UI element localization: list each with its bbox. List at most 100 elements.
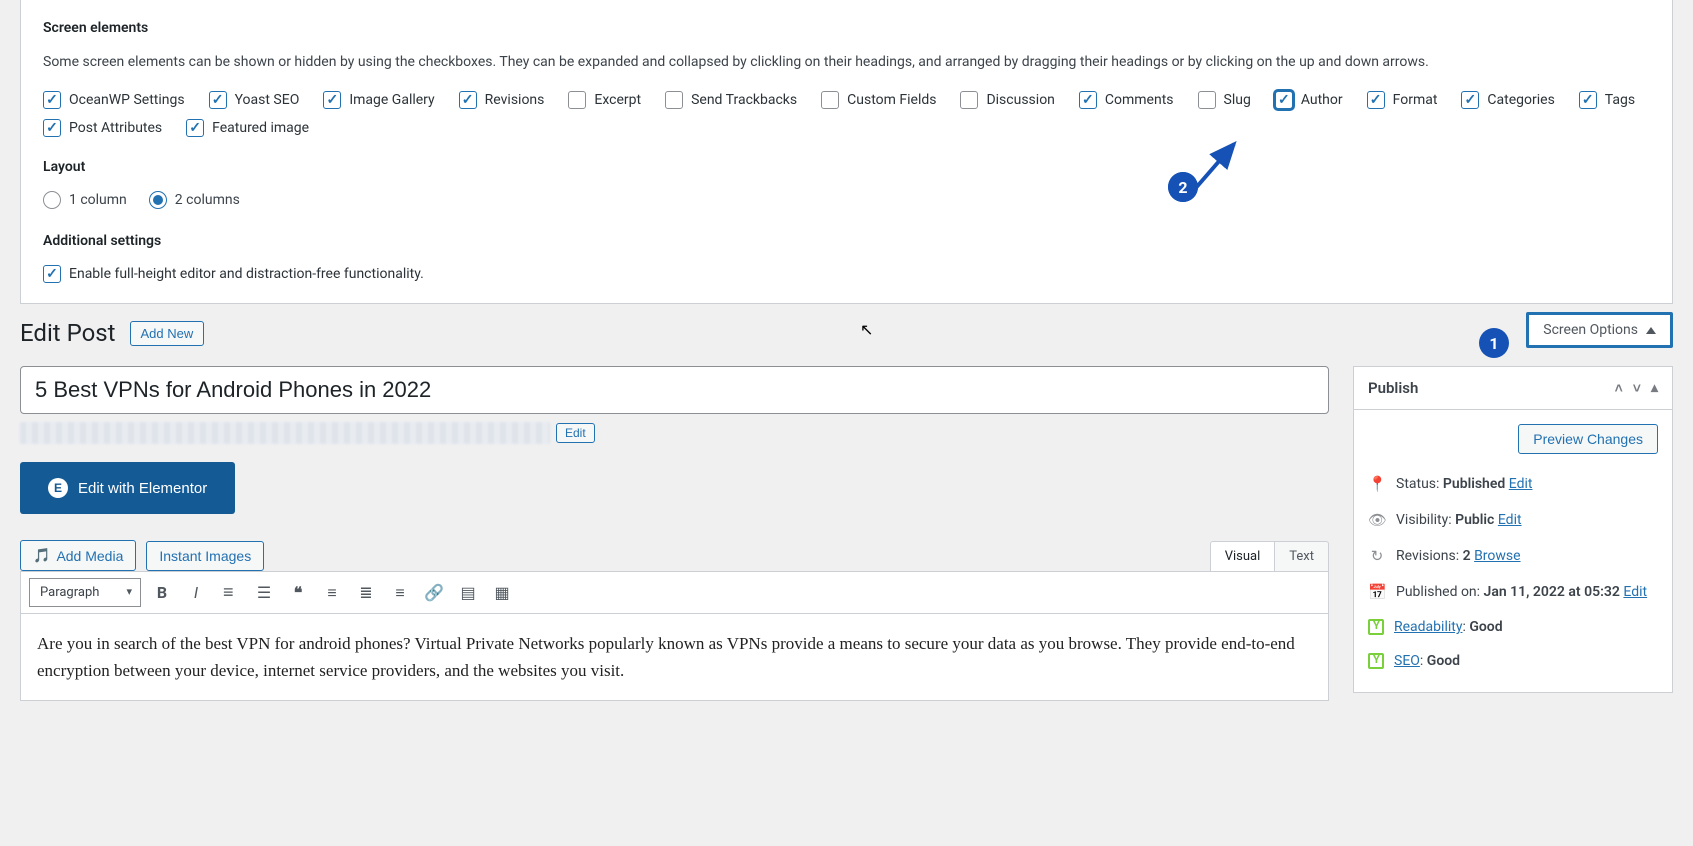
edit-date-link[interactable]: Edit — [1623, 584, 1647, 600]
screen-element-label: Categories — [1487, 92, 1554, 108]
sidebar-column: Publish ˄ ˅ ▴ Preview Changes 📍 Status: … — [1353, 366, 1673, 701]
status-row: 📍 Status: Published Edit — [1368, 466, 1658, 502]
permalink-blurred — [20, 422, 550, 444]
seo-link[interactable]: SEO — [1394, 653, 1420, 669]
checkbox-icon[interactable] — [1198, 91, 1216, 109]
checkbox-icon[interactable] — [1275, 91, 1293, 109]
numbered-list-icon[interactable]: ☰ — [251, 580, 277, 606]
calendar-icon: 📅 — [1368, 583, 1386, 601]
readability-link[interactable]: Readability — [1394, 619, 1462, 635]
checkbox-icon[interactable] — [43, 265, 61, 283]
screen-element-label: Excerpt — [594, 92, 641, 108]
screen-element-option[interactable]: Categories — [1461, 91, 1554, 109]
screen-elements-heading: Screen elements — [43, 20, 1652, 36]
screen-element-option[interactable]: Slug — [1198, 91, 1251, 109]
blockquote-icon[interactable]: ❝ — [285, 580, 311, 606]
screen-element-option[interactable]: Tags — [1579, 91, 1635, 109]
page-title: Edit Post — [20, 319, 116, 347]
screen-element-option[interactable]: Image Gallery — [323, 91, 434, 109]
yoast-readability-icon — [1368, 619, 1384, 635]
edit-visibility-link[interactable]: Edit — [1498, 512, 1522, 528]
bullet-list-icon[interactable] — [217, 580, 243, 606]
checkbox-icon[interactable] — [960, 91, 978, 109]
checkbox-icon[interactable] — [665, 91, 683, 109]
preview-changes-button[interactable]: Preview Changes — [1518, 424, 1658, 454]
published-on-row: 📅 Published on: Jan 11, 2022 at 05:32 Ed… — [1368, 574, 1658, 610]
checkbox-icon[interactable] — [568, 91, 586, 109]
screen-element-label: Post Attributes — [69, 120, 162, 136]
edit-status-link[interactable]: Edit — [1509, 476, 1533, 492]
checkbox-icon[interactable] — [1461, 91, 1479, 109]
elementor-icon: E — [48, 478, 68, 498]
screen-element-option[interactable]: Discussion — [960, 91, 1054, 109]
revisions-icon: ↻ — [1368, 547, 1386, 565]
checkbox-icon[interactable] — [323, 91, 341, 109]
screen-element-option[interactable]: Yoast SEO — [209, 91, 300, 109]
checkbox-icon[interactable] — [1367, 91, 1385, 109]
checkbox-icon[interactable] — [43, 91, 61, 109]
elementor-label: Edit with Elementor — [78, 480, 207, 497]
screen-element-option[interactable]: Custom Fields — [821, 91, 936, 109]
screen-element-option[interactable]: Send Trackbacks — [665, 91, 797, 109]
page-header: Edit Post Add New Screen Options 1 — [20, 304, 1673, 348]
screen-elements-description: Some screen elements can be shown or hid… — [43, 52, 1652, 73]
checkbox-icon[interactable] — [1579, 91, 1597, 109]
move-down-icon[interactable]: ˅ — [1633, 380, 1641, 397]
editor-mode-tabs: Visual Text — [1210, 541, 1329, 571]
align-right-icon[interactable]: ≡ — [387, 580, 413, 606]
checkbox-icon[interactable] — [1079, 91, 1097, 109]
permalink-edit-button[interactable]: Edit — [556, 423, 595, 443]
screen-element-option[interactable]: Revisions — [459, 91, 545, 109]
checkbox-icon[interactable] — [186, 119, 204, 137]
align-center-icon[interactable]: ≣ — [353, 580, 379, 606]
editor-content[interactable]: Are you in search of the best VPN for an… — [20, 614, 1329, 701]
add-media-button[interactable]: 🎵 Add Media — [20, 540, 136, 571]
chevron-up-icon — [1646, 327, 1656, 334]
checkbox-icon[interactable] — [209, 91, 227, 109]
toggle-collapse-icon[interactable]: ▴ — [1651, 380, 1658, 397]
full-height-editor-option[interactable]: Enable full-height editor and distractio… — [43, 265, 1652, 283]
post-title-input[interactable] — [20, 366, 1329, 414]
checkbox-icon[interactable] — [43, 119, 61, 137]
screen-element-option[interactable]: OceanWP Settings — [43, 91, 185, 109]
tab-visual[interactable]: Visual — [1210, 541, 1276, 571]
bold-icon[interactable]: B — [149, 580, 175, 606]
add-new-button[interactable]: Add New — [130, 321, 205, 346]
screen-element-option[interactable]: Comments — [1079, 91, 1174, 109]
annotation-badge-1: 1 — [1479, 328, 1509, 358]
full-height-editor-label: Enable full-height editor and distractio… — [69, 266, 424, 282]
browse-revisions-link[interactable]: Browse — [1474, 548, 1520, 564]
layout-option[interactable]: 1 column — [43, 191, 127, 209]
read-more-icon[interactable]: ▤ — [455, 580, 481, 606]
move-up-icon[interactable]: ˄ — [1615, 380, 1623, 397]
toolbar-toggle-icon[interactable]: ▦ — [489, 580, 515, 606]
screen-element-label: Revisions — [485, 92, 545, 108]
layout-option[interactable]: 2 columns — [149, 191, 240, 209]
align-left-icon[interactable]: ≡ — [319, 580, 345, 606]
screen-element-option[interactable]: Excerpt — [568, 91, 641, 109]
screen-element-label: Slug — [1224, 92, 1251, 108]
tab-text[interactable]: Text — [1275, 541, 1329, 571]
radio-icon[interactable] — [43, 191, 61, 209]
screen-element-option[interactable]: Post Attributes — [43, 119, 162, 137]
edit-with-elementor-button[interactable]: E Edit with Elementor — [20, 462, 235, 514]
instant-images-label: Instant Images — [159, 548, 251, 564]
checkbox-icon[interactable] — [459, 91, 477, 109]
radio-icon[interactable] — [149, 191, 167, 209]
yoast-seo-icon — [1368, 653, 1384, 669]
layout-radios: 1 column 2 columns — [43, 191, 1652, 209]
screen-element-label: Author — [1301, 92, 1343, 108]
instant-images-button[interactable]: Instant Images — [146, 541, 264, 571]
media-icon: 🎵 — [33, 547, 50, 564]
screen-element-option[interactable]: Author — [1275, 91, 1343, 109]
checkbox-icon[interactable] — [821, 91, 839, 109]
screen-element-option[interactable]: Format — [1367, 91, 1438, 109]
screen-options-tab[interactable]: Screen Options — [1526, 312, 1673, 348]
screen-element-label: Comments — [1105, 92, 1174, 108]
link-icon[interactable]: 🔗 — [421, 580, 447, 606]
publish-heading[interactable]: Publish ˄ ˅ ▴ — [1354, 367, 1672, 410]
screen-element-label: Discussion — [986, 92, 1054, 108]
paragraph-dropdown[interactable]: Paragraph — [29, 578, 141, 607]
screen-element-option[interactable]: Featured image — [186, 119, 309, 137]
italic-icon[interactable]: I — [183, 580, 209, 606]
